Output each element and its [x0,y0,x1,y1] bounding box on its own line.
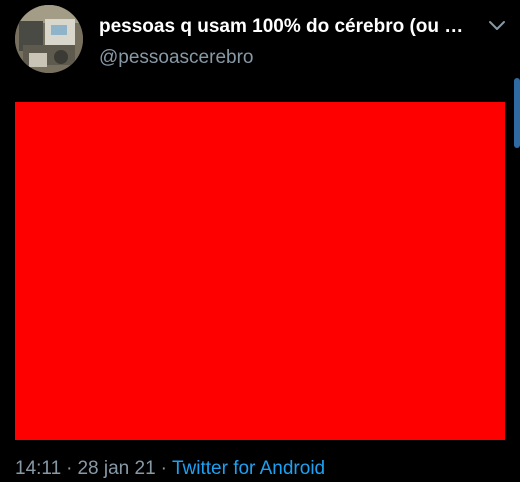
avatar-image [15,5,83,73]
scrollbar[interactable] [514,78,520,148]
separator: · [160,458,167,479]
user-handle[interactable]: @pessoascerebro [99,46,253,70]
tweet-time: 14:11 [15,458,62,479]
tweet-date: 28 jan 21 [77,458,156,479]
chevron-down-icon[interactable] [486,17,508,35]
separator: · [66,458,73,479]
tweet-source-link[interactable]: Twitter for Android [172,458,325,479]
avatar[interactable] [15,5,83,73]
tweet-metadata: 14:11 · 28 jan 21 · Twitter for Android [15,457,325,481]
display-name[interactable]: pessoas q usam 100% do cérebro (ou n... [99,15,471,39]
tweet-media[interactable] [15,102,505,440]
